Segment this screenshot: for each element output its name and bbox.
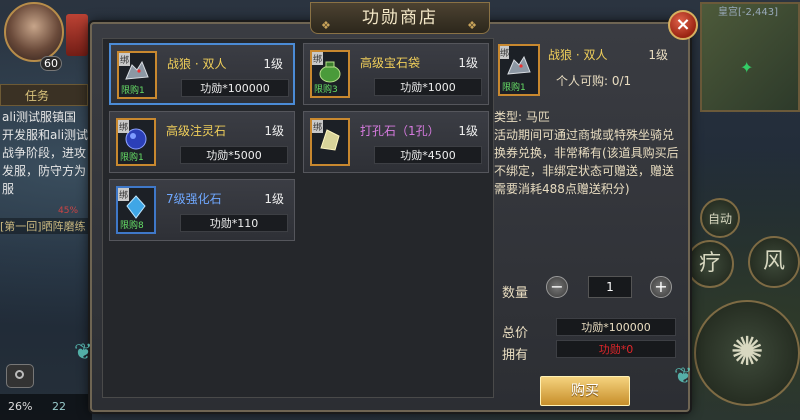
item-name: 打孔石（1孔） xyxy=(360,124,440,138)
chat-line: 开发服和ali测试 xyxy=(2,128,89,142)
title-ornament-icon: ❖ xyxy=(321,19,333,32)
map-marker-icon: ✦ xyxy=(740,58,754,77)
flower-ornament-icon: ❦ xyxy=(74,340,93,365)
item-price: 功勋*4500 xyxy=(374,146,482,164)
item-price: 功勋*100000 xyxy=(181,79,289,97)
bind-tag: 绑 xyxy=(118,188,130,201)
bind-tag: 绑 xyxy=(119,53,131,66)
item-grid[interactable]: 绑 限购1 战狼 · 双人 1级 功勋*100000 绑 限购3 高级宝石袋 1… xyxy=(102,38,494,398)
shop-item-punch-stone[interactable]: 绑 打孔石（1孔） 1级 功勋*4500 xyxy=(303,111,489,173)
flower-ornament-icon: ❦ xyxy=(674,364,693,389)
item-name: 高级注灵石 xyxy=(166,124,227,138)
chat-line: ali测试服镇国 xyxy=(2,110,77,124)
owned-value: 功勋*0 xyxy=(556,340,676,358)
total-price-label: 总价 xyxy=(502,326,529,341)
item-price: 功勋*110 xyxy=(180,214,288,232)
item-level: 1级 xyxy=(263,57,283,71)
enhance-stone-icon: 绑 限购8 xyxy=(116,186,156,234)
detail-item-level: 1级 xyxy=(648,48,668,62)
buy-button[interactable]: 购买 xyxy=(540,376,630,406)
tab-quest-label: 任务 xyxy=(24,89,49,103)
item-level: 1级 xyxy=(458,56,478,70)
bind-tag: 绑 xyxy=(312,120,324,133)
personal-buy-limit: 个人可购: 0/1 xyxy=(556,74,632,88)
quantity-plus-button[interactable]: + xyxy=(650,276,672,298)
owned-label: 拥有 xyxy=(502,348,529,363)
tab-quest[interactable]: 任务 xyxy=(0,84,88,106)
limit-tag: 限购8 xyxy=(120,221,144,231)
battery-percent: 26% xyxy=(8,400,33,413)
quest-tracker[interactable]: [第一回]晒阵磨练 xyxy=(0,218,92,234)
shop-item-wolf[interactable]: 绑 限购1 战狼 · 双人 1级 功勋*100000 xyxy=(109,43,295,105)
minimap[interactable] xyxy=(700,2,800,112)
detail-wolf-glyph xyxy=(507,55,531,75)
detail-wolf-icon: 绑 限购1 xyxy=(498,44,540,96)
item-type: 类型: 马匹 xyxy=(494,110,550,124)
punch-stone-icon: 绑 xyxy=(310,118,350,166)
bind-tag: 绑 xyxy=(500,46,510,59)
item-description: 活动期间可通过商城或特殊坐骑兑换券兑换，非常稀有(该道具购买后不绑定，非绑定状态… xyxy=(494,128,679,196)
shop-title: 功勋商店 xyxy=(362,8,438,28)
quantity-label: 数量 xyxy=(502,286,529,301)
chat-line: 发服，防守方为 xyxy=(2,164,87,178)
player-avatar[interactable] xyxy=(4,2,64,62)
limit-tag: 限购1 xyxy=(502,83,526,93)
gem-bag-icon: 绑 限购3 xyxy=(310,50,350,98)
detail-item-name: 战狼 · 双人 xyxy=(548,48,608,62)
auto-skill-button[interactable]: 自动 xyxy=(700,198,740,238)
shop-item-spirit-stone[interactable]: 绑 限购1 高级注灵石 1级 功勋*5000 xyxy=(109,111,295,173)
player-level: 60 xyxy=(40,56,62,71)
bind-tag: 绑 xyxy=(312,52,324,65)
limit-tag: 限购1 xyxy=(121,86,145,96)
item-level: 1级 xyxy=(264,124,284,138)
map-coords: 皇宫[-2,443] xyxy=(718,7,779,18)
quantity-input[interactable]: 1 xyxy=(588,276,632,298)
close-button[interactable]: × xyxy=(668,10,698,40)
item-name: 高级宝石袋 xyxy=(360,56,421,70)
item-price: 功勋*5000 xyxy=(180,146,288,164)
shop-item-enhance-stone[interactable]: 绑 限购8 7级强化石 1级 功勋*110 xyxy=(109,179,295,241)
wolf-icon: 绑 限购1 xyxy=(117,51,157,99)
item-name: 战狼 · 双人 xyxy=(167,57,227,71)
item-name: 7级强化石 xyxy=(166,192,222,206)
status-bar: 26% 22 xyxy=(0,394,92,420)
exp-percent: 45% xyxy=(58,206,79,216)
quantity-minus-button[interactable]: − xyxy=(546,276,568,298)
bind-tag: 绑 xyxy=(118,120,130,133)
limit-tag: 限购3 xyxy=(314,85,338,95)
chat-line: 战争阶段，进攻 xyxy=(2,146,87,160)
shop-item-gem-bag[interactable]: 绑 限购3 高级宝石袋 1级 功勋*1000 xyxy=(303,43,489,105)
limit-tag: 限购1 xyxy=(120,153,144,163)
spirit-stone-icon: 绑 限购1 xyxy=(116,118,156,166)
shop-title-bar: ❖ 功勋商店 ❖ xyxy=(310,2,490,34)
item-level: 1级 xyxy=(458,124,478,138)
item-level: 1级 xyxy=(264,192,284,206)
item-detail-pane: 绑 限购1 战狼 · 双人 1级 个人可购: 0/1 类型: 马匹 活动期间可通… xyxy=(494,38,682,406)
total-price-value: 功勋*100000 xyxy=(556,318,676,336)
chat-panel[interactable]: ali测试服镇国 开发服和ali测试 战争阶段，进攻 发服，防守方为 服 xyxy=(0,108,94,198)
skill-wind-button[interactable]: 风 xyxy=(748,236,800,288)
camera-icon[interactable] xyxy=(6,364,34,388)
bottom-value: 22 xyxy=(52,400,66,413)
item-price: 功勋*1000 xyxy=(374,78,482,96)
chat-line: 服 xyxy=(2,182,15,196)
skill-heal-button[interactable]: 疗 xyxy=(686,240,734,288)
title-ornament-icon: ❖ xyxy=(467,19,479,32)
shop-panel: 绑 限购1 战狼 · 双人 1级 功勋*100000 绑 限购3 高级宝石袋 1… xyxy=(74,22,693,412)
health-bar xyxy=(66,14,88,56)
attack-fan-icon[interactable]: ✺ xyxy=(694,300,800,406)
